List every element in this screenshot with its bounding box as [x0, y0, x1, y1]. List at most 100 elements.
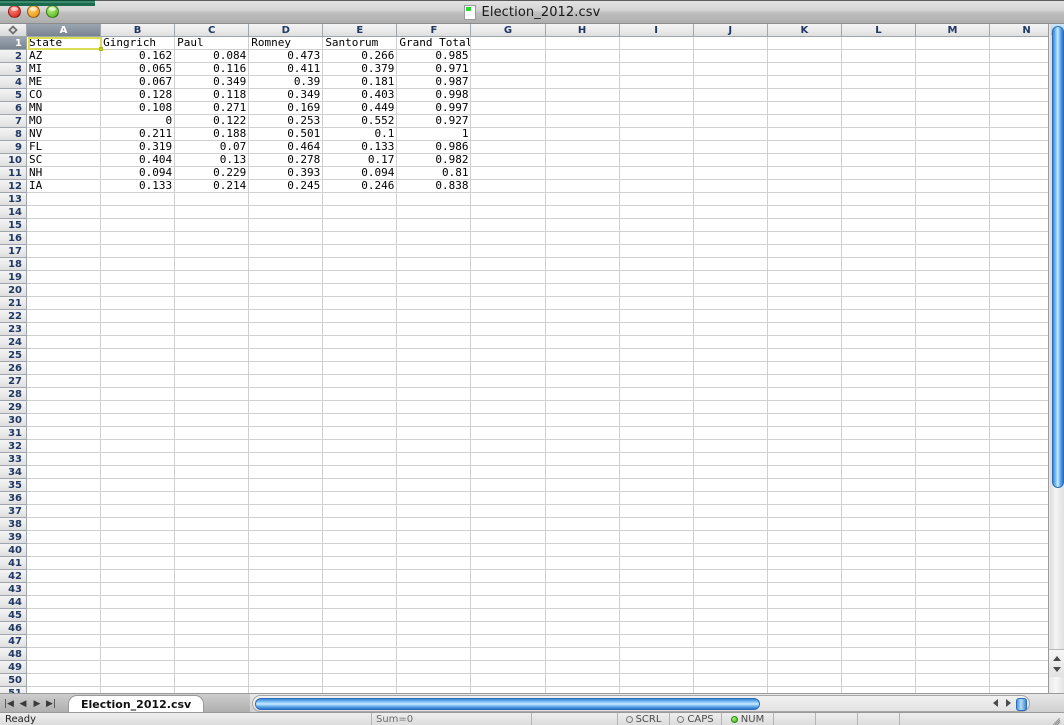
cell-E43[interactable]: [323, 583, 397, 596]
cell-A32[interactable]: [27, 440, 101, 453]
cell-K21[interactable]: [768, 297, 842, 310]
cell-L23[interactable]: [842, 323, 916, 336]
cell-K17[interactable]: [768, 245, 842, 258]
row-header-28[interactable]: 28: [0, 388, 27, 401]
cell-I41[interactable]: [620, 557, 694, 570]
cell-J27[interactable]: [694, 375, 768, 388]
cell-B27[interactable]: [101, 375, 175, 388]
cell-D14[interactable]: [249, 206, 323, 219]
cell-I25[interactable]: [620, 349, 694, 362]
cell-E18[interactable]: [323, 258, 397, 271]
cell-C50[interactable]: [175, 674, 249, 687]
cell-J5[interactable]: [694, 89, 768, 102]
cell-D38[interactable]: [249, 518, 323, 531]
cell-K11[interactable]: [768, 167, 842, 180]
vertical-scrollbar[interactable]: [1048, 24, 1064, 693]
row-header-7[interactable]: 7: [0, 115, 27, 128]
table-row[interactable]: [27, 492, 1064, 505]
select-all-button[interactable]: [0, 24, 27, 37]
cell-J11[interactable]: [694, 167, 768, 180]
cell-G14[interactable]: [471, 206, 545, 219]
table-row[interactable]: [27, 570, 1064, 583]
cell-I12[interactable]: [620, 180, 694, 193]
cell-B36[interactable]: [101, 492, 175, 505]
cell-M2[interactable]: [916, 50, 990, 63]
cell-A17[interactable]: [27, 245, 101, 258]
cell-C47[interactable]: [175, 635, 249, 648]
cell-F25[interactable]: [397, 349, 471, 362]
cell-I24[interactable]: [620, 336, 694, 349]
cell-M7[interactable]: [916, 115, 990, 128]
cell-L18[interactable]: [842, 258, 916, 271]
table-row[interactable]: FL0.3190.070.4640.1330.986: [27, 141, 1064, 154]
cell-F19[interactable]: [397, 271, 471, 284]
cell-C24[interactable]: [175, 336, 249, 349]
cell-D39[interactable]: [249, 531, 323, 544]
cell-H32[interactable]: [546, 440, 620, 453]
table-row[interactable]: [27, 583, 1064, 596]
cell-G27[interactable]: [471, 375, 545, 388]
cell-F27[interactable]: [397, 375, 471, 388]
table-row[interactable]: [27, 375, 1064, 388]
cell-E22[interactable]: [323, 310, 397, 323]
first-sheet-button[interactable]: |◀: [3, 697, 15, 710]
cell-M19[interactable]: [916, 271, 990, 284]
cell-C32[interactable]: [175, 440, 249, 453]
cell-F31[interactable]: [397, 427, 471, 440]
table-row[interactable]: [27, 505, 1064, 518]
cell-C28[interactable]: [175, 388, 249, 401]
cell-A34[interactable]: [27, 466, 101, 479]
horizontal-scroll-thumb[interactable]: [255, 698, 760, 710]
cell-E25[interactable]: [323, 349, 397, 362]
table-row[interactable]: StateGingrichPaulRomneySantorumGrand Tot…: [27, 37, 1064, 50]
cell-M33[interactable]: [916, 453, 990, 466]
cell-B31[interactable]: [101, 427, 175, 440]
cell-A37[interactable]: [27, 505, 101, 518]
cell-J8[interactable]: [694, 128, 768, 141]
table-row[interactable]: [27, 661, 1064, 674]
cell-C6[interactable]: 0.271: [175, 102, 249, 115]
cell-C14[interactable]: [175, 206, 249, 219]
cell-H25[interactable]: [546, 349, 620, 362]
cell-B24[interactable]: [101, 336, 175, 349]
cell-L43[interactable]: [842, 583, 916, 596]
cell-K49[interactable]: [768, 661, 842, 674]
table-row[interactable]: [27, 518, 1064, 531]
cell-J43[interactable]: [694, 583, 768, 596]
cell-E33[interactable]: [323, 453, 397, 466]
cell-I39[interactable]: [620, 531, 694, 544]
cell-D34[interactable]: [249, 466, 323, 479]
spreadsheet-grid[interactable]: ABCDEFGHIJKLMN 1234567891011121314151617…: [0, 24, 1064, 693]
cell-E41[interactable]: [323, 557, 397, 570]
cell-G22[interactable]: [471, 310, 545, 323]
status-indicator-caps[interactable]: CAPS: [670, 713, 722, 725]
cell-H45[interactable]: [546, 609, 620, 622]
cell-G48[interactable]: [471, 648, 545, 661]
cell-E5[interactable]: 0.403: [323, 89, 397, 102]
row-header-31[interactable]: 31: [0, 427, 27, 440]
cell-D3[interactable]: 0.411: [249, 63, 323, 76]
cell-B1[interactable]: Gingrich: [101, 37, 175, 50]
cell-H14[interactable]: [546, 206, 620, 219]
cell-L22[interactable]: [842, 310, 916, 323]
cell-J44[interactable]: [694, 596, 768, 609]
status-indicator-scrl[interactable]: SCRL: [618, 713, 670, 725]
cell-A10[interactable]: SC: [27, 154, 101, 167]
cell-I23[interactable]: [620, 323, 694, 336]
cell-H11[interactable]: [546, 167, 620, 180]
row-header-35[interactable]: 35: [0, 479, 27, 492]
cell-K25[interactable]: [768, 349, 842, 362]
cell-I29[interactable]: [620, 401, 694, 414]
cell-J33[interactable]: [694, 453, 768, 466]
cell-B43[interactable]: [101, 583, 175, 596]
cell-M47[interactable]: [916, 635, 990, 648]
cell-I16[interactable]: [620, 232, 694, 245]
cell-M37[interactable]: [916, 505, 990, 518]
cell-K31[interactable]: [768, 427, 842, 440]
cell-I17[interactable]: [620, 245, 694, 258]
cell-H7[interactable]: [546, 115, 620, 128]
cell-E26[interactable]: [323, 362, 397, 375]
cell-M39[interactable]: [916, 531, 990, 544]
cell-I19[interactable]: [620, 271, 694, 284]
cell-K22[interactable]: [768, 310, 842, 323]
